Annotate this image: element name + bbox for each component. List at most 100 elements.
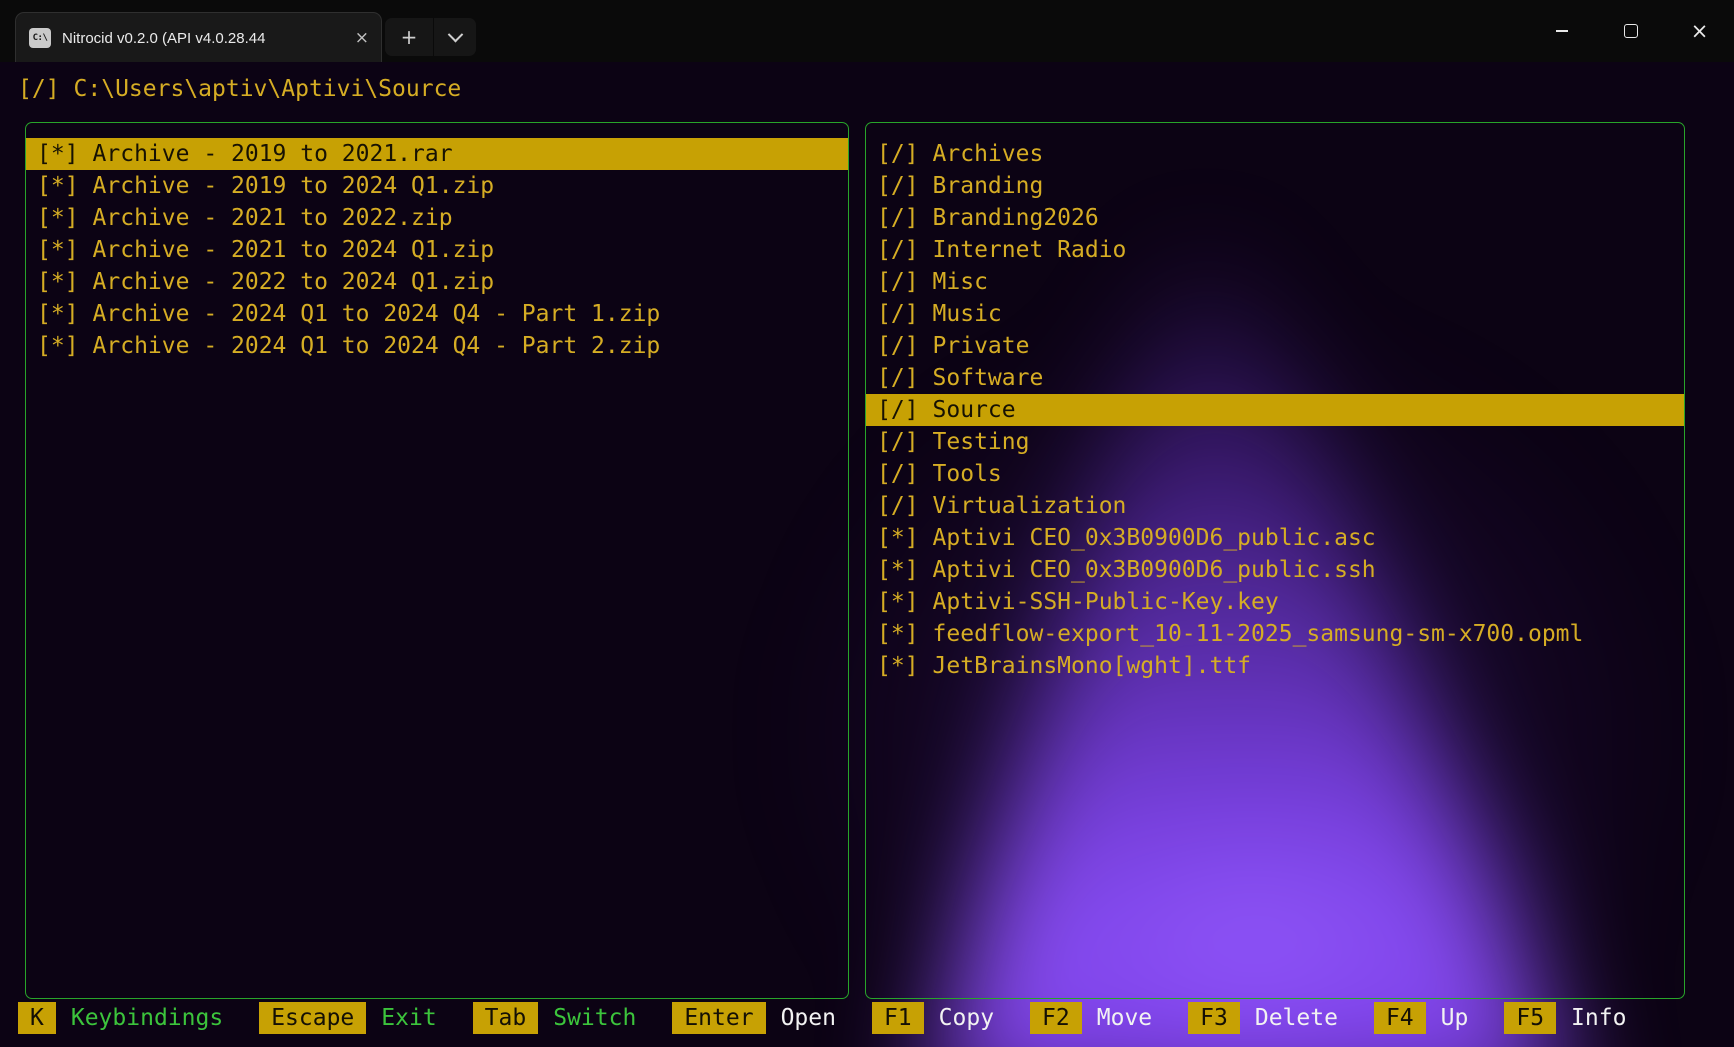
entry-name: Archive - 2021 to 2024 Q1.zip	[93, 234, 495, 266]
file-row[interactable]: [/] Tools	[866, 458, 1684, 490]
key-action-label: Move	[1097, 1005, 1152, 1031]
entry-name: Archive - 2024 Q1 to 2024 Q4 - Part 1.zi…	[93, 298, 661, 330]
right-file-pane: [/]Archives [/]Branding [/]Branding2026 …	[865, 122, 1685, 999]
entry-type-icon: [/]	[877, 362, 919, 394]
entry-type-icon: [*]	[37, 266, 79, 298]
file-row[interactable]: [/] Branding	[866, 170, 1684, 202]
close-button[interactable]: ×	[1665, 0, 1734, 62]
file-row[interactable]: [/]Software	[866, 362, 1684, 394]
new-tab-button[interactable]: +	[385, 18, 433, 56]
file-row[interactable]: [*]feedflow-export_10-11-2025_samsung-sm…	[866, 618, 1684, 650]
entry-name: Archive - 2024 Q1 to 2024 Q4 - Part 2.zi…	[93, 330, 661, 362]
file-row[interactable]: [/]Music	[866, 298, 1684, 330]
entry-name: Testing	[933, 426, 1030, 458]
maximize-button[interactable]	[1596, 0, 1665, 62]
key-action-label: Keybindings	[71, 1005, 223, 1031]
entry-type-icon: [*]	[37, 330, 79, 362]
entry-type-icon: [/]	[877, 138, 919, 170]
entry-name: Aptivi-SSH-Public-Key.key	[933, 586, 1279, 618]
entry-type-icon: [*]	[37, 298, 79, 330]
keybinding[interactable]: Enter Open	[672, 1002, 836, 1034]
file-row[interactable]: [*]Archive - 2021 to 2024 Q1.zip	[26, 234, 848, 266]
file-row[interactable]: [/] Testing	[866, 426, 1684, 458]
keybinding[interactable]: F4 Up	[1374, 1002, 1468, 1034]
entry-type-icon: [/]	[877, 170, 919, 202]
entry-name: Archives	[933, 138, 1044, 170]
key-badge[interactable]: F5	[1504, 1002, 1556, 1034]
path-text: C:\Users\aptiv\Aptivi\Source	[74, 73, 462, 105]
key-badge[interactable]: Tab	[473, 1002, 539, 1034]
keybinding[interactable]: K Keybindings	[18, 1002, 223, 1034]
file-row[interactable]: [/]Branding2026	[866, 202, 1684, 234]
entry-name: Misc	[933, 266, 988, 298]
keybindings-bar: K Keybindings Escape Exit Tab Switch Ent…	[18, 1002, 1662, 1034]
entry-name: Internet Radio	[933, 234, 1127, 266]
entry-type-icon: [*]	[877, 650, 919, 682]
file-row[interactable]: [*]Archive - 2019 to 2024 Q1.zip	[26, 170, 848, 202]
file-row[interactable]: [/] Private	[866, 330, 1684, 362]
keybinding[interactable]: Tab Switch	[473, 1002, 637, 1034]
keybinding[interactable]: F5 Info	[1504, 1002, 1626, 1034]
file-row[interactable]: [*]Archive - 2021 to 2022.zip	[26, 202, 848, 234]
entry-name: Aptivi CEO_0x3B0900D6_public.ssh	[933, 554, 1376, 586]
entry-name: Branding	[933, 170, 1044, 202]
titlebar: C:\ Nitrocid v0.2.0 (API v4.0.28.44 × + …	[0, 0, 1734, 62]
path-prefix: [/]	[18, 73, 60, 105]
entry-type-icon: [*]	[877, 554, 919, 586]
keybinding[interactable]: F2 Move	[1030, 1002, 1152, 1034]
entry-name: JetBrainsMono[wght].ttf	[933, 650, 1252, 682]
terminal-app-icon: C:\	[29, 28, 51, 48]
entry-type-icon: [/]	[877, 202, 919, 234]
key-badge[interactable]: F1	[872, 1002, 924, 1034]
key-badge[interactable]: F3	[1188, 1002, 1240, 1034]
terminal-screen: [/]C:\Users\aptiv\Aptivi\Source [*]Archi…	[0, 62, 1734, 1047]
entry-type-icon: [*]	[37, 138, 79, 170]
entry-type-icon: [/]	[877, 426, 919, 458]
key-badge[interactable]: K	[18, 1002, 56, 1034]
entry-type-icon: [*]	[877, 522, 919, 554]
entry-type-icon: [/]	[877, 458, 919, 490]
file-row[interactable]: [*]Aptivi-SSH-Public-Key.key	[866, 586, 1684, 618]
file-row[interactable]: [/] Archives	[866, 138, 1684, 170]
entry-type-icon: [/]	[877, 266, 919, 298]
key-badge[interactable]: F2	[1030, 1002, 1082, 1034]
file-row[interactable]: [*]Archive - 2019 to 2021.rar	[26, 138, 848, 170]
file-row[interactable]: [/]Internet Radio	[866, 234, 1684, 266]
file-row[interactable]: [/] Misc	[866, 266, 1684, 298]
file-row[interactable]: [*] Archive - 2024 Q1 to 2024 Q4 - Part 2…	[26, 330, 848, 362]
entry-name: Archive - 2022 to 2024 Q1.zip	[93, 266, 495, 298]
entry-name: Source	[933, 394, 1016, 426]
entry-name: Virtualization	[933, 490, 1127, 522]
file-row[interactable]: [*] Archive - 2022 to 2024 Q1.zip	[26, 266, 848, 298]
entry-name: Aptivi CEO_0x3B0900D6_public.asc	[933, 522, 1376, 554]
key-action-label: Up	[1441, 1005, 1469, 1031]
entry-name: Private	[933, 330, 1030, 362]
file-row[interactable]: [/]Source	[866, 394, 1684, 426]
terminal-tab[interactable]: C:\ Nitrocid v0.2.0 (API v4.0.28.44 ×	[15, 12, 382, 63]
tab-close-icon[interactable]: ×	[355, 30, 369, 47]
file-row[interactable]: [/]Virtualization	[866, 490, 1684, 522]
key-action-label: Switch	[553, 1005, 636, 1031]
key-badge[interactable]: Escape	[259, 1002, 366, 1034]
file-row[interactable]: [*] Archive - 2024 Q1 to 2024 Q4 - Part 1…	[26, 298, 848, 330]
key-badge[interactable]: Enter	[672, 1002, 765, 1034]
entry-name: Tools	[933, 458, 1002, 490]
file-row[interactable]: [*] JetBrainsMono[wght].ttf	[866, 650, 1684, 682]
key-badge[interactable]: F4	[1374, 1002, 1426, 1034]
close-icon: ×	[1691, 21, 1709, 42]
entry-name: Archive - 2019 to 2024 Q1.zip	[93, 170, 495, 202]
window-controls: ×	[1527, 0, 1734, 62]
file-row[interactable]: [*] Aptivi CEO_0x3B0900D6_public.asc	[866, 522, 1684, 554]
entry-type-icon: [/]	[877, 330, 919, 362]
key-action-label: Info	[1571, 1005, 1626, 1031]
current-path: [/] C:\Users\aptiv\Aptivi\Source	[18, 73, 461, 105]
keybinding[interactable]: F1 Copy	[872, 1002, 994, 1034]
keybinding[interactable]: Escape Exit	[259, 1002, 436, 1034]
tab-dropdown-button[interactable]	[434, 18, 476, 56]
keybinding[interactable]: F3 Delete	[1188, 1002, 1338, 1034]
minimize-button[interactable]	[1527, 0, 1596, 62]
file-row[interactable]: [*] Aptivi CEO_0x3B0900D6_public.ssh	[866, 554, 1684, 586]
key-action-label: Open	[781, 1005, 836, 1031]
entry-type-icon: [/]	[877, 298, 919, 330]
tab-title: Nitrocid v0.2.0 (API v4.0.28.44	[62, 30, 347, 47]
